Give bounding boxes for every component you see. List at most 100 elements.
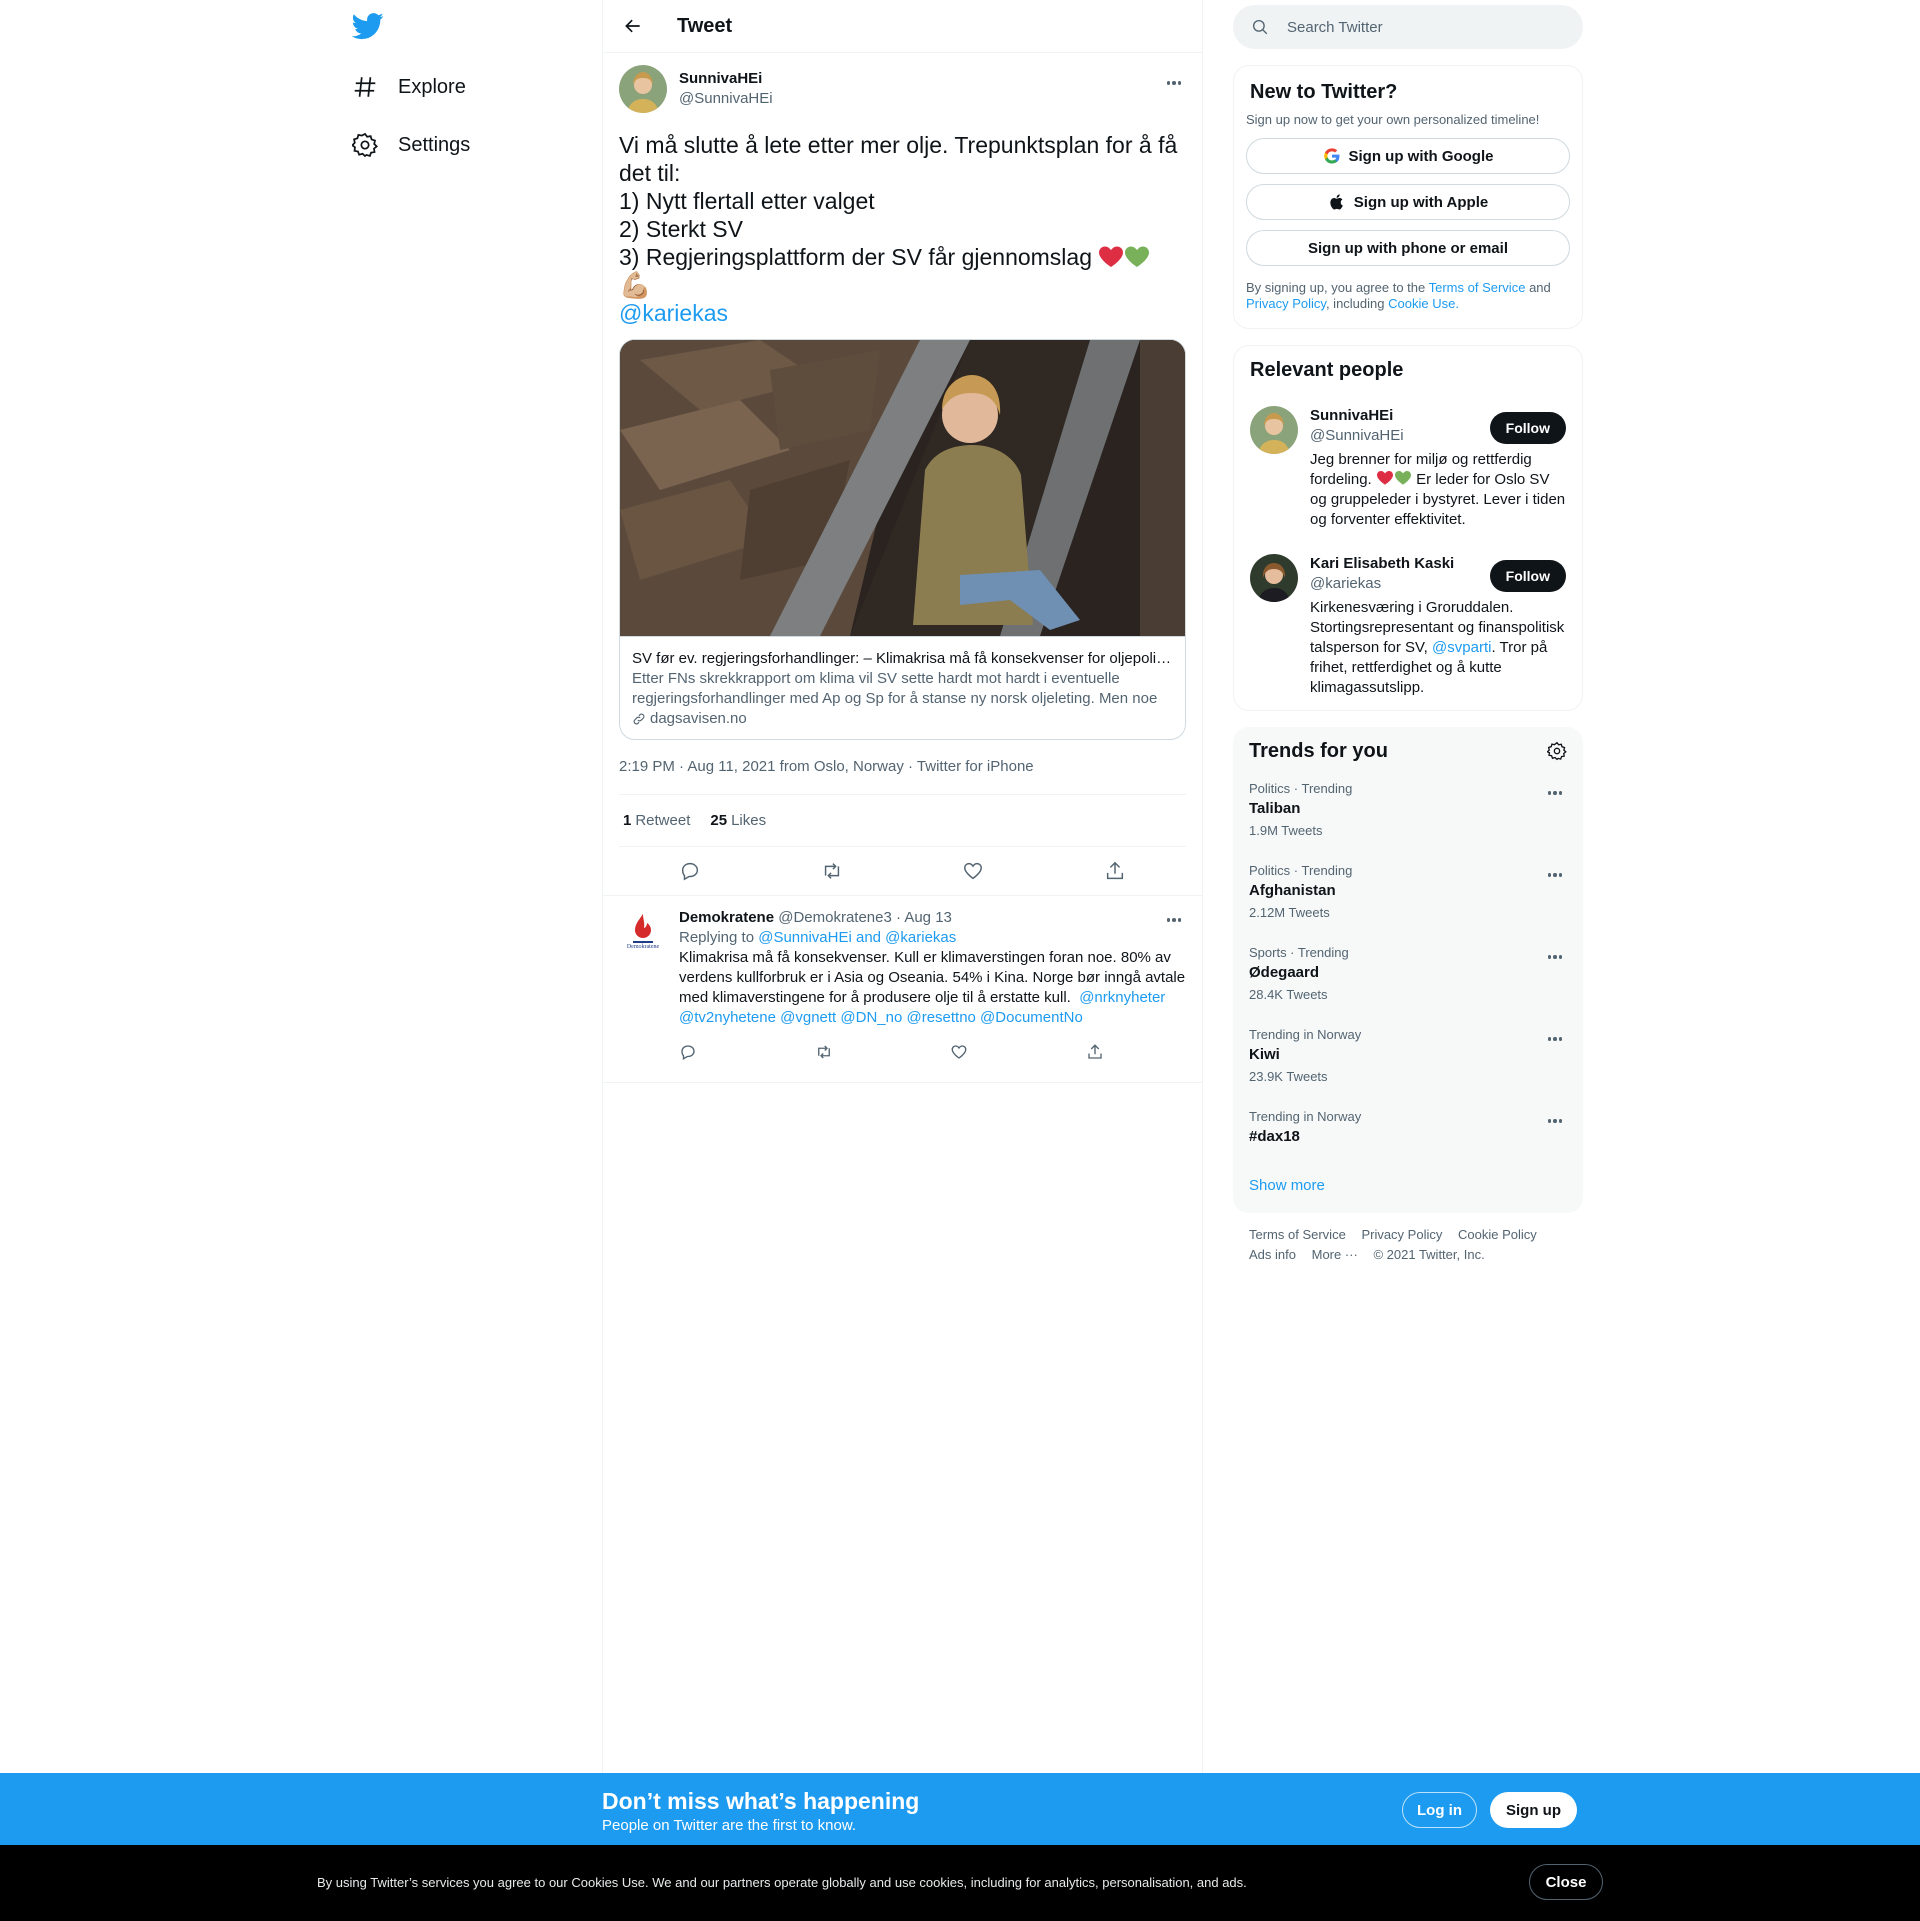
terms-link[interactable]: Terms of Service (1429, 280, 1526, 295)
signup-button[interactable]: Sign up (1490, 1792, 1577, 1828)
show-more-link[interactable]: Show more (1233, 1161, 1583, 1213)
tweet-text-line: Vi må slutte å lete etter mer olje. Trep… (619, 132, 1178, 158)
relevant-people-panel: Relevant people SunnivaHEi @SunnivaHEi J… (1233, 345, 1583, 711)
replying-to: Replying to @SunnivaHEi and @kariekas (679, 928, 1186, 948)
reply-button[interactable] (679, 1043, 697, 1066)
footer-more-link[interactable]: More ··· (1312, 1247, 1358, 1262)
mention-link[interactable]: @tv2nyhetene @vgnett @DN_no @resettno @D… (679, 1009, 1083, 1026)
share-button[interactable] (1086, 1043, 1104, 1066)
reply-tweet[interactable]: Demokratene Demokratene @Demokratene3 · … (603, 895, 1202, 1083)
twitter-bird-icon[interactable] (351, 10, 384, 42)
trend-category: Trending in Norway (1249, 1027, 1362, 1042)
retweet-icon (817, 1045, 830, 1058)
retweet-button[interactable] (815, 854, 849, 888)
gear-icon (352, 132, 378, 158)
user-handle-date[interactable]: @Demokratene3 · Aug 13 (778, 909, 952, 926)
replying-to-link[interactable]: @SunnivaHEi and @kariekas (758, 929, 956, 946)
link-card[interactable]: SV før ev. regjeringsforhandlinger: – Kl… (619, 339, 1186, 740)
legal-text: , including (1325, 296, 1385, 311)
signup-google-button[interactable]: Sign up with Google (1246, 138, 1570, 174)
trend-count: 28.4K Tweets (1249, 987, 1328, 1002)
legal-text: By signing up, you agree to the (1246, 280, 1426, 295)
mention-link[interactable]: @kariekas (619, 300, 728, 326)
user-handle[interactable]: @SunnivaHEi (679, 89, 773, 109)
gear-icon[interactable] (1547, 741, 1567, 761)
signup-phone-label: Sign up with phone or email (1307, 239, 1508, 257)
share-icon (1088, 1043, 1102, 1059)
trend-item[interactable]: Sports · Trending Ødegaard 28.4K Tweets (1233, 935, 1583, 1017)
avatar[interactable] (1250, 554, 1298, 602)
banner-title: Don’t miss what’s happening (602, 1788, 920, 1814)
trend-count: 23.9K Tweets (1249, 1069, 1328, 1084)
cookie-link[interactable]: Cookie Use. (1388, 296, 1459, 311)
cookie-close-button[interactable]: Close (1529, 1864, 1603, 1900)
tweet-text: Vi må slutte å lete etter mer olje. Trep… (619, 131, 1186, 327)
likes-count-link[interactable]: 25 Likes (710, 812, 766, 829)
display-name[interactable]: Demokratene (679, 909, 774, 926)
heart-icon (964, 862, 983, 880)
mention-link[interactable]: @nrknyheter (1079, 989, 1165, 1006)
tweet-timestamp[interactable]: 2:19 PM · Aug 11, 2021 from Oslo, Norway… (619, 758, 1186, 778)
tweet-text-line-with-emoji: 3) Regjeringsplattform der SV får gjenno… (619, 243, 1186, 271)
share-button[interactable] (1098, 854, 1132, 888)
more-options-button[interactable] (1162, 71, 1186, 95)
trend-item[interactable]: Politics · Trending Taliban 1.9M Tweets (1233, 771, 1583, 853)
nav-settings[interactable]: Settings (352, 125, 470, 165)
retweet-button[interactable] (815, 1043, 833, 1066)
google-icon (1323, 148, 1339, 164)
login-button[interactable]: Log in (1402, 1792, 1477, 1828)
trend-item[interactable]: Trending in Norway #dax18 (1233, 1099, 1583, 1161)
nav-explore[interactable]: Explore (352, 67, 466, 107)
search-input[interactable]: Search Twitter (1233, 5, 1583, 49)
privacy-link[interactable]: Privacy Policy (1246, 296, 1326, 311)
avatar[interactable] (1250, 406, 1298, 454)
retweet-count-link[interactable]: 1 Retweet (623, 812, 690, 829)
card-domain-label: dagsavisen.no (650, 710, 747, 727)
page-title: Tweet (677, 14, 733, 37)
footer-links: Terms of Service Privacy Policy Cookie P… (1233, 1213, 1583, 1277)
person-row[interactable]: SunnivaHEi @SunnivaHEi Jeg brenner for m… (1234, 394, 1582, 542)
trend-item[interactable]: Politics · Trending Afghanistan 2.12M Tw… (1233, 853, 1583, 935)
trend-item[interactable]: Trending in Norway Kiwi 23.9K Tweets (1233, 1017, 1583, 1099)
like-button[interactable] (950, 1043, 968, 1066)
signup-apple-button[interactable]: Sign up with Apple (1246, 184, 1570, 220)
footer-link[interactable]: Privacy Policy (1361, 1227, 1442, 1242)
back-button[interactable] (613, 6, 653, 46)
follow-button[interactable]: Follow (1489, 560, 1566, 592)
trend-more-button[interactable] (1543, 863, 1567, 887)
trend-more-button[interactable] (1543, 945, 1567, 969)
mention-link[interactable]: @svparti (1432, 639, 1491, 656)
tweet-text-line: 2) Sterkt SV (619, 216, 743, 242)
footer-link[interactable]: Terms of Service (1249, 1227, 1346, 1242)
likes-label: Likes (731, 812, 767, 829)
follow-button[interactable]: Follow (1489, 412, 1566, 444)
red-heart-icon (1099, 246, 1124, 267)
footer-link[interactable]: Ads info (1249, 1247, 1296, 1262)
like-button[interactable] (956, 854, 990, 888)
reply-button[interactable] (673, 854, 707, 888)
card-description: Etter FNs skrekkrapport om klima vil SV … (632, 670, 1158, 707)
trend-more-button[interactable] (1543, 1027, 1567, 1051)
avatar[interactable] (619, 65, 667, 113)
display-name[interactable]: SunnivaHEi (679, 69, 773, 89)
reply-icon (681, 862, 698, 881)
trend-more-button[interactable] (1543, 1109, 1567, 1133)
apple-icon (1330, 194, 1343, 210)
footer-link[interactable]: Cookie Policy (1458, 1227, 1537, 1242)
relevant-title: Relevant people (1250, 359, 1404, 381)
nav-explore-label: Explore (398, 75, 466, 98)
person-bio: Jeg brenner for miljø og rettferdig ford… (1310, 450, 1566, 530)
more-dots-icon (1547, 791, 1563, 795)
retweet-icon (824, 863, 839, 879)
signup-phone-button[interactable]: Sign up with phone or email (1246, 230, 1570, 266)
avatar[interactable]: Demokratene (619, 908, 667, 956)
tweet-stats: 1 Retweet 25 Likes (619, 794, 1186, 847)
tweet-author: SunnivaHEi @SunnivaHEi (679, 69, 773, 109)
main-tweet: SunnivaHEi @SunnivaHEi Vi må slutte å le… (603, 53, 1202, 895)
copyright: © 2021 Twitter, Inc. (1373, 1247, 1485, 1262)
trend-more-button[interactable] (1543, 781, 1567, 805)
more-options-button[interactable] (1162, 908, 1186, 932)
more-dots-icon (1547, 873, 1563, 877)
person-row[interactable]: Kari Elisabeth Kaski @kariekas Kirkenesv… (1234, 542, 1582, 710)
flexed-biceps-icon: 💪🏼 (619, 270, 652, 300)
